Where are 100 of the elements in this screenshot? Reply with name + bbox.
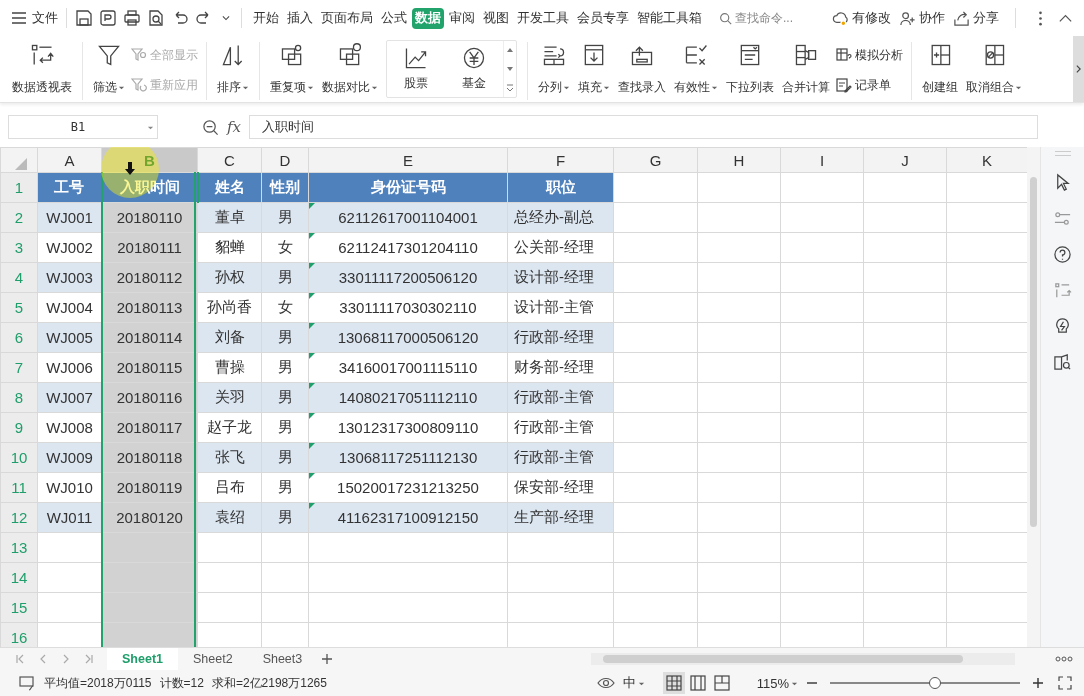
- ribbon-button[interactable]: 有效性: [670, 38, 722, 102]
- file-menu[interactable]: 文件: [12, 9, 58, 27]
- ribbon-button[interactable]: 数据对比: [318, 38, 382, 102]
- toolbar-action[interactable]: 有修改: [832, 9, 891, 27]
- ribbon-tab[interactable]: 页面布局: [318, 7, 376, 29]
- table-cell: WJ004: [37, 292, 102, 323]
- compare-squares-icon: [337, 42, 363, 68]
- ribbon-small-button[interactable]: 记录单: [836, 76, 903, 94]
- book-search-icon[interactable]: [1053, 353, 1072, 372]
- ribbon-button[interactable]: 分列: [534, 38, 574, 102]
- gallery-item[interactable]: 基金: [445, 41, 503, 97]
- preview-icon[interactable]: [147, 9, 165, 27]
- error-indicator-icon[interactable]: [309, 383, 315, 389]
- ribbon-button[interactable]: 查找录入: [614, 38, 670, 102]
- ribbon-small-button[interactable]: 模拟分析: [836, 46, 903, 64]
- table-cell: 34160017001115110: [338, 359, 478, 376]
- table-cell: WJ010: [37, 472, 102, 503]
- table-cell: WJ011: [37, 502, 102, 533]
- ribbon-button[interactable]: 数据透视表: [8, 38, 76, 102]
- table-cell: 设计部-经理: [507, 262, 614, 293]
- error-indicator-icon[interactable]: [309, 263, 315, 269]
- vertical-scrollbar[interactable]: [1027, 147, 1040, 647]
- horizontal-scrollbar[interactable]: [591, 653, 1016, 665]
- table-cell: 设计部-主管: [507, 292, 614, 323]
- form-pen-icon: [836, 77, 852, 93]
- error-indicator-icon[interactable]: [309, 473, 315, 479]
- column-header[interactable]: F: [507, 147, 614, 173]
- command-search-field[interactable]: 查找命令...: [719, 11, 815, 25]
- table-cell: 董卓: [197, 202, 262, 233]
- table-cell: 赵子龙: [197, 412, 262, 443]
- save-icon[interactable]: [75, 9, 93, 27]
- table-cell: WJ007: [37, 382, 102, 413]
- caret-icon: [118, 84, 125, 91]
- function-label[interactable]: fx: [227, 118, 241, 136]
- error-indicator-icon[interactable]: [309, 203, 315, 209]
- column-header[interactable]: G: [613, 147, 698, 173]
- ribbon-button[interactable]: 合并计算: [778, 38, 834, 102]
- error-indicator-icon[interactable]: [309, 443, 315, 449]
- add-sheet-icon[interactable]: [321, 653, 334, 665]
- column-header[interactable]: J: [863, 147, 947, 173]
- column-header[interactable]: I: [780, 147, 864, 173]
- grid-view-icon[interactable]: [662, 672, 685, 694]
- ribbon-button[interactable]: 筛选: [89, 38, 129, 102]
- column-header[interactable]: K: [946, 147, 1027, 173]
- toolbar-action[interactable]: 分享: [953, 9, 999, 27]
- error-indicator-icon[interactable]: [309, 413, 315, 419]
- person-plus-icon: [899, 9, 916, 27]
- error-indicator-icon[interactable]: [309, 293, 315, 299]
- ribbon-button[interactable]: 排序: [213, 38, 253, 102]
- column-header[interactable]: A: [37, 147, 102, 173]
- ribbon-tab[interactable]: 会员专享: [574, 7, 632, 29]
- sliders-icon[interactable]: [1053, 209, 1072, 228]
- ribbon-tab[interactable]: 开发工具: [514, 7, 572, 29]
- gallery-item[interactable]: 股票: [387, 41, 445, 97]
- column-header[interactable]: H: [697, 147, 781, 173]
- caret-icon: [711, 84, 718, 91]
- table-cell: 33011117200506120: [338, 269, 478, 286]
- ribbon-tab[interactable]: 开始: [250, 7, 282, 29]
- error-indicator-icon[interactable]: [309, 353, 315, 359]
- name-box[interactable]: B1: [8, 115, 158, 139]
- ribbon-tab[interactable]: 智能工具箱: [634, 7, 705, 29]
- ribbon-tab[interactable]: 插入: [284, 7, 316, 29]
- sheet-tab[interactable]: Sheet3: [247, 648, 318, 670]
- zoom-in-icon[interactable]: [1032, 677, 1044, 689]
- zoom-icon[interactable]: [202, 118, 219, 136]
- table-cell: 行政部-经理: [507, 322, 614, 353]
- more-icon[interactable]: [1054, 656, 1074, 662]
- table-cell: 62112417301204110: [338, 239, 478, 256]
- toolbar-action[interactable]: 协作: [899, 9, 945, 27]
- expand-gallery-icon[interactable]: [505, 82, 515, 93]
- column-header[interactable]: C: [197, 147, 262, 173]
- help-icon[interactable]: [1053, 245, 1072, 264]
- fullscreen-icon[interactable]: [1058, 676, 1072, 690]
- column-header[interactable]: D: [261, 147, 309, 173]
- error-indicator-icon[interactable]: [309, 503, 315, 509]
- ribbon-tab[interactable]: 视图: [480, 7, 512, 29]
- export-icon[interactable]: [99, 9, 117, 27]
- slider-thumb[interactable]: [928, 677, 941, 689]
- ribbon-button[interactable]: 填充: [574, 38, 614, 102]
- error-indicator-icon[interactable]: [309, 233, 315, 239]
- ribbon-button[interactable]: 重复项: [266, 38, 318, 102]
- error-indicator-icon[interactable]: [309, 323, 315, 329]
- ribbon-tab[interactable]: 审阅: [446, 7, 478, 29]
- column-header[interactable]: E: [308, 147, 508, 173]
- chevron-right-icon: [1075, 64, 1082, 74]
- lightning-bulb-icon[interactable]: [1053, 317, 1072, 336]
- table-cell: 总经办-副总: [507, 202, 614, 233]
- zoom-level-button[interactable]: 115%: [756, 675, 789, 691]
- ribbon-button[interactable]: 取消组合: [962, 38, 1026, 102]
- print-icon[interactable]: [123, 9, 141, 27]
- ribbon-button[interactable]: 创建组: [918, 38, 962, 102]
- input-mode-button[interactable]: 中: [622, 674, 636, 692]
- macro-icon[interactable]: [18, 674, 36, 692]
- sheet-tab[interactable]: Sheet1: [107, 648, 178, 670]
- formula-input[interactable]: 入职时间: [249, 115, 1038, 139]
- sheet-tab[interactable]: Sheet2: [178, 648, 248, 670]
- search-icon: [719, 11, 732, 25]
- ribbon-tab[interactable]: 公式: [378, 7, 410, 29]
- ribbon-button[interactable]: 下拉列表: [722, 38, 778, 102]
- filter-eye-icon: [131, 47, 147, 63]
